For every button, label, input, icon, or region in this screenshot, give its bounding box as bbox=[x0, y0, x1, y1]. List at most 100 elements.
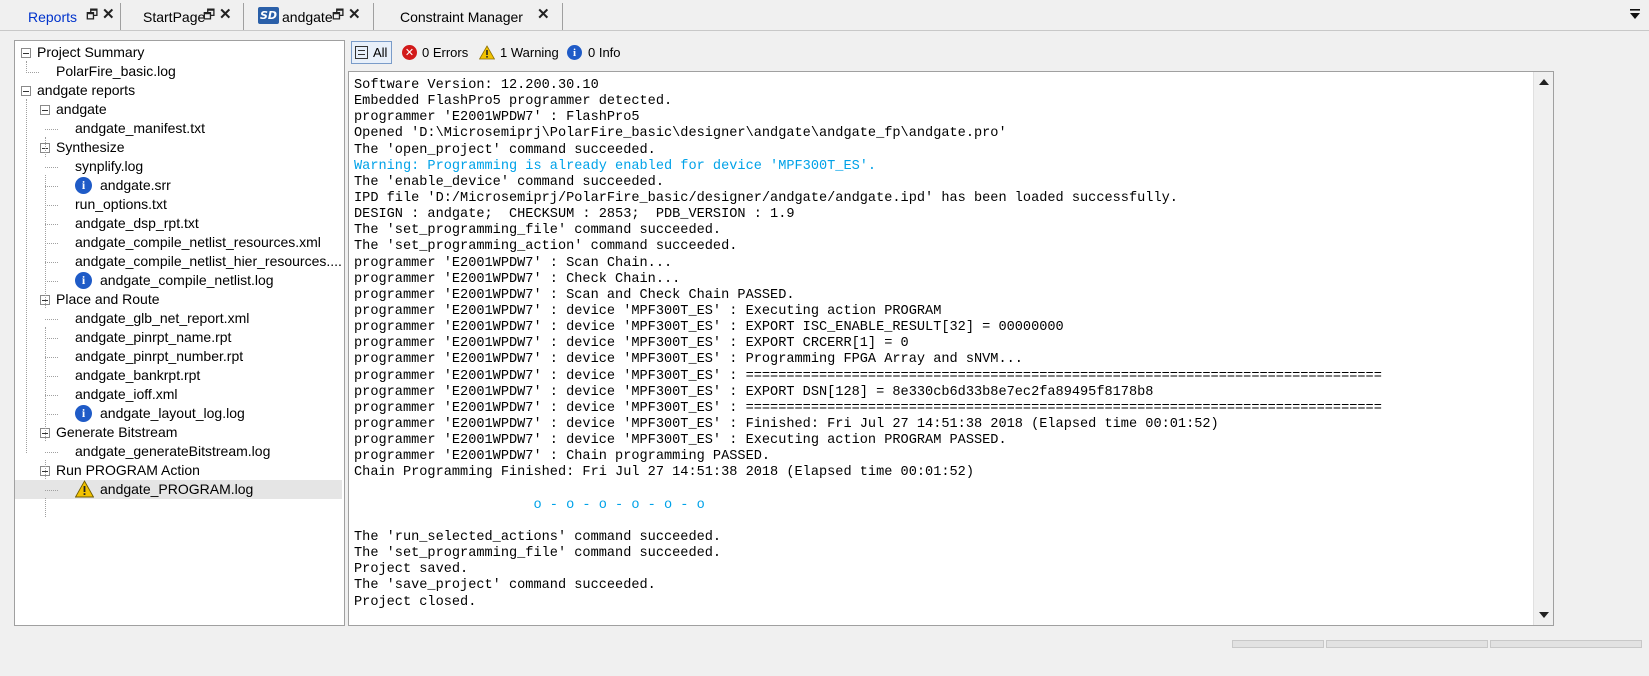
log-line: The 'set_programming_file' command succe… bbox=[354, 546, 722, 562]
list-icon bbox=[355, 46, 368, 59]
close-icon[interactable]: ✕ bbox=[348, 5, 361, 23]
tree-group-node[interactable]: Synthesize bbox=[15, 138, 342, 157]
warning-icon bbox=[479, 45, 495, 60]
tree-file-node[interactable]: andgate_PROGRAM.log bbox=[15, 480, 342, 499]
log-line: programmer 'E2001WPDW7' : Scan and Check… bbox=[354, 287, 795, 303]
tree-connector bbox=[45, 490, 58, 491]
log-output-panel[interactable]: Software Version: 12.200.30.10 Embedded F… bbox=[348, 71, 1554, 626]
tree-file-node[interactable]: andgate_bankrpt.rpt bbox=[15, 366, 342, 385]
log-line: Project closed. bbox=[354, 594, 477, 610]
log-line: programmer 'E2001WPDW7' : Chain programm… bbox=[354, 449, 771, 465]
tree-file-node[interactable]: andgate_pinrpt_name.rpt bbox=[15, 328, 342, 347]
tab-label: StartPage bbox=[143, 8, 206, 25]
tree-connector bbox=[45, 224, 58, 225]
tree-connector bbox=[45, 243, 58, 244]
tree-file-node[interactable]: i andgate_layout_log.log bbox=[15, 404, 342, 423]
status-segment bbox=[1490, 640, 1642, 648]
tab-constraint-manager[interactable]: Constraint Manager ✕ bbox=[374, 3, 563, 30]
tree-file-node[interactable]: andgate_compile_netlist_resources.xml bbox=[15, 233, 342, 252]
tab-list-dropdown-icon[interactable] bbox=[1629, 7, 1641, 21]
tree-node-label: andgate_PROGRAM.log bbox=[100, 481, 254, 497]
tree-file-node[interactable]: run_options.txt bbox=[15, 195, 342, 214]
tree-node-label: andgate_compile_netlist_resources.xml bbox=[75, 234, 321, 250]
tab-andgate[interactable]: SD andgate 🗗 ✕ bbox=[244, 3, 374, 30]
log-line: programmer 'E2001WPDW7' : device 'MPF300… bbox=[354, 320, 1064, 336]
collapse-icon[interactable] bbox=[21, 48, 31, 58]
log-line: programmer 'E2001WPDW7' : device 'MPF300… bbox=[354, 352, 1023, 368]
tree-file-node[interactable]: andgate_generateBitstream.log bbox=[15, 442, 342, 461]
tree-guide-line bbox=[45, 137, 46, 157]
float-window-icon[interactable]: 🗗 bbox=[332, 6, 344, 28]
tree-group-node[interactable]: andgate bbox=[15, 100, 342, 119]
tree-file-node[interactable]: synplify.log bbox=[15, 157, 342, 176]
tree-connector bbox=[45, 205, 58, 206]
tree-file-node[interactable]: i andgate.srr bbox=[15, 176, 342, 195]
filter-all-button[interactable]: All bbox=[351, 41, 393, 64]
tree-guide-line bbox=[45, 327, 46, 441]
filter-info-button[interactable]: i 0 Info bbox=[567, 41, 621, 64]
tree-file-node[interactable]: PolarFire_basic.log bbox=[15, 62, 342, 81]
close-icon[interactable]: ✕ bbox=[219, 5, 232, 23]
collapse-icon[interactable] bbox=[21, 86, 31, 96]
log-line: Project saved. bbox=[354, 562, 469, 578]
tree-group-node[interactable]: Run PROGRAM Action bbox=[15, 461, 342, 480]
status-segment bbox=[1326, 640, 1488, 648]
tree-node-label: andgate_compile_netlist.log bbox=[100, 272, 274, 288]
log-line: Opened 'D:\Microsemiprj\PolarFire_basic\… bbox=[354, 126, 1007, 142]
tree-node-label: andgate_ioff.xml bbox=[75, 386, 178, 402]
tree-file-node[interactable]: andgate_glb_net_report.xml bbox=[15, 309, 342, 328]
tree-node-label: andgate_pinrpt_name.rpt bbox=[75, 329, 232, 345]
report-tree: Project Summary PolarFire_basic.logandgat… bbox=[14, 40, 345, 626]
float-window-icon[interactable]: 🗗 bbox=[203, 6, 215, 28]
close-icon[interactable]: ✕ bbox=[102, 5, 115, 23]
tree-node-label: synplify.log bbox=[75, 158, 144, 174]
log-line: o - o - o - o - o - o bbox=[354, 497, 705, 513]
tab-reports[interactable]: Reports 🗗 ✕ bbox=[0, 3, 121, 30]
tree-node-label: andgate_dsp_rpt.txt bbox=[75, 215, 199, 231]
log-line: programmer 'E2001WPDW7' : device 'MPF300… bbox=[354, 303, 942, 319]
log-line: Embedded FlashPro5 programmer detected. bbox=[354, 94, 673, 110]
tree-file-node[interactable]: andgate_dsp_rpt.txt bbox=[15, 214, 342, 233]
tree-file-node[interactable]: andgate_ioff.xml bbox=[15, 385, 342, 404]
tree-node-label: andgate_generateBitstream.log bbox=[75, 443, 271, 459]
tree-node-label: andgate_manifest.txt bbox=[75, 120, 205, 136]
tree-group-node[interactable]: andgate reports bbox=[15, 81, 342, 100]
tree-node-label: andgate bbox=[56, 101, 107, 117]
tree-group-node[interactable]: Project Summary bbox=[15, 43, 342, 62]
collapse-icon[interactable] bbox=[40, 105, 50, 115]
tree-connector bbox=[45, 338, 58, 339]
filter-warnings-label: 1 Warning bbox=[500, 45, 559, 60]
status-segment bbox=[1232, 640, 1324, 648]
scroll-up-arrow-icon[interactable] bbox=[1539, 79, 1549, 85]
tree-file-node[interactable]: andgate_manifest.txt bbox=[15, 119, 342, 138]
log-line: programmer 'E2001WPDW7' : FlashPro5 bbox=[354, 110, 640, 126]
vertical-scrollbar[interactable] bbox=[1533, 72, 1553, 625]
tree-file-node[interactable]: andgate_pinrpt_number.rpt bbox=[15, 347, 342, 366]
tree-guide-line bbox=[45, 498, 46, 517]
tree-file-node[interactable]: andgate_compile_netlist_hier_resources..… bbox=[15, 252, 342, 271]
info-icon: i bbox=[75, 405, 92, 422]
info-icon: i bbox=[567, 45, 582, 60]
smartdesign-icon: SD bbox=[258, 7, 279, 24]
tree-node-label: PolarFire_basic.log bbox=[56, 63, 176, 79]
tab-startpage[interactable]: StartPage 🗗 ✕ bbox=[121, 3, 244, 30]
log-warning-line: Warning: Programming is already enabled … bbox=[354, 158, 877, 174]
tree-guide-line bbox=[45, 175, 46, 308]
close-icon[interactable]: ✕ bbox=[537, 5, 550, 23]
filter-warnings-button[interactable]: 1 Warning bbox=[479, 41, 559, 64]
tree-group-node[interactable]: Generate Bitstream bbox=[15, 423, 342, 442]
info-icon: i bbox=[75, 177, 92, 194]
tree-file-node[interactable]: i andgate_compile_netlist.log bbox=[15, 271, 342, 290]
filter-info-label: 0 Info bbox=[588, 45, 621, 60]
scroll-down-arrow-icon[interactable] bbox=[1539, 612, 1549, 618]
filter-errors-button[interactable]: ✕ 0 Errors bbox=[402, 41, 468, 64]
tree-node-label: Run PROGRAM Action bbox=[56, 462, 200, 478]
log-line: programmer 'E2001WPDW7' : device 'MPF300… bbox=[354, 416, 1219, 432]
message-filter-bar: All ✕ 0 Errors 1 Warning i 0 Info bbox=[347, 40, 1538, 66]
tree-group-node[interactable]: Place and Route bbox=[15, 290, 342, 309]
tree-node-label: run_options.txt bbox=[75, 196, 167, 212]
tree-node-label: andgate_glb_net_report.xml bbox=[75, 310, 250, 326]
tree-connector bbox=[45, 414, 58, 415]
float-window-icon[interactable]: 🗗 bbox=[86, 6, 98, 28]
